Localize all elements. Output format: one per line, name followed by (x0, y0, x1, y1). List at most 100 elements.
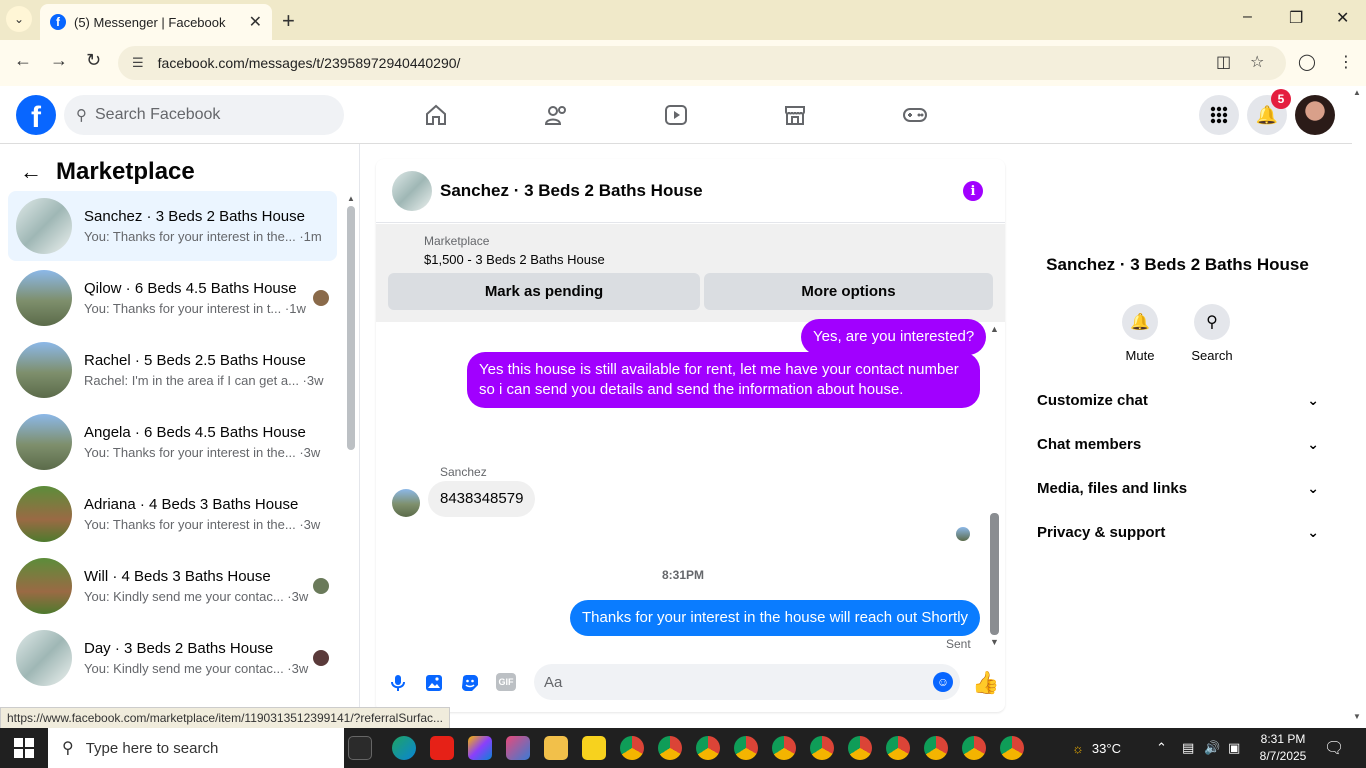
message-input[interactable]: Aa (534, 664, 960, 700)
conversation-item[interactable]: Day · 3 Beds 2 Baths House You: Kindly s… (8, 623, 337, 693)
browser-tab[interactable]: f (5) Messenger | Facebook ✕ (40, 4, 272, 40)
profile-icon[interactable]: ◯ (1298, 52, 1316, 72)
conversation-preview: You: Thanks for your interest in t... ·1… (84, 301, 306, 316)
photo-icon[interactable] (424, 673, 444, 693)
network-icon[interactable]: ▤ (1182, 728, 1194, 768)
windows-start-icon[interactable] (14, 738, 34, 758)
file-explorer-icon[interactable] (544, 736, 568, 760)
page-scroll-down-icon[interactable]: ▼ (1353, 712, 1361, 721)
reload-icon[interactable]: ↻ (86, 50, 101, 71)
bookmark-star-icon[interactable]: ☆ (1250, 52, 1264, 72)
browser-menu-icon[interactable]: ⋮ (1338, 52, 1354, 72)
chrome-icon[interactable] (772, 736, 796, 760)
conversation-item[interactable]: Angela · 6 Beds 4.5 Baths House You: Tha… (8, 407, 337, 477)
chrome-icon[interactable] (848, 736, 872, 760)
chrome-icon[interactable] (734, 736, 758, 760)
back-arrow-icon[interactable]: ← (14, 50, 32, 71)
chat-header: Sanchez · 3 Beds 2 Baths House i (376, 159, 1005, 223)
chrome-icon[interactable] (962, 736, 986, 760)
conversation-item[interactable]: Will · 4 Beds 3 Baths House You: Kindly … (8, 551, 337, 621)
marketplace-label: Marketplace (424, 234, 490, 248)
weather-widget[interactable]: ☼ 33°C (1072, 728, 1121, 768)
sticker-icon[interactable] (460, 673, 480, 693)
listing-price[interactable]: $1,500 - 3 Beds 2 Baths House (424, 252, 605, 267)
home-icon[interactable] (416, 100, 456, 130)
chat-avatar[interactable] (1142, 175, 1214, 247)
chevron-down-icon: ⌄ (1307, 391, 1319, 408)
friends-icon[interactable] (536, 100, 576, 130)
copilot-icon[interactable] (468, 736, 492, 760)
privacy-support-section[interactable]: Privacy & support ⌄ (1037, 514, 1319, 550)
scroll-down-arrow-icon[interactable]: ▼ (990, 637, 999, 647)
new-tab-plus-icon[interactable]: + (282, 8, 295, 34)
message-timestamp: 8:31PM (661, 568, 705, 582)
facebook-logo-icon[interactable]: f (16, 95, 56, 135)
chrome-icon[interactable] (886, 736, 910, 760)
more-options-button[interactable]: More options (704, 273, 993, 310)
address-bar[interactable]: ☰ facebook.com/messages/t/23958972940440… (118, 46, 1286, 80)
conversation-item[interactable]: Qilow · 6 Beds 4.5 Baths House You: Than… (8, 263, 337, 333)
tab-close-icon[interactable]: ✕ (249, 12, 262, 32)
window-close-icon[interactable]: ✕ (1336, 8, 1349, 28)
scroll-up-arrow-icon[interactable]: ▲ (347, 194, 355, 203)
microphone-icon[interactable] (388, 673, 408, 693)
page-scroll-up-icon[interactable]: ▲ (1353, 88, 1361, 97)
chrome-icon[interactable] (620, 736, 644, 760)
video-icon[interactable] (656, 100, 696, 130)
display-icon[interactable]: ▣ (1228, 728, 1240, 768)
chrome-icon[interactable] (924, 736, 948, 760)
section-label: Privacy & support (1037, 523, 1166, 541)
site-info-icon[interactable]: ☰ (132, 55, 144, 71)
tab-search-chevron-icon[interactable]: ⌄ (6, 6, 32, 32)
message-bubble-outgoing: Yes, are you interested? (801, 319, 987, 355)
info-icon[interactable]: i (963, 181, 983, 201)
account-avatar[interactable] (1295, 95, 1335, 135)
scroll-up-arrow-icon[interactable]: ▲ (990, 324, 999, 334)
conversation-item[interactable]: Sanchez · 3 Beds 2 Baths House You: Than… (8, 191, 337, 261)
tray-chevron-up-icon[interactable]: ⌃ (1156, 728, 1167, 768)
minimize-icon[interactable]: – (1243, 8, 1252, 26)
customize-chat-section[interactable]: Customize chat ⌄ (1037, 382, 1319, 418)
marketplace-icon[interactable] (775, 100, 815, 130)
forward-arrow-icon[interactable]: → (50, 50, 68, 71)
restore-icon[interactable]: ❐ (1289, 8, 1303, 28)
taskbar-search[interactable]: ⚲ Type here to search (48, 728, 344, 768)
listing-thumbnail[interactable] (388, 236, 412, 260)
conversation-item[interactable]: Adriana · 4 Beds 3 Baths House You: Than… (8, 479, 337, 549)
chrome-icon[interactable] (1000, 736, 1024, 760)
sticky-notes-icon[interactable] (582, 736, 606, 760)
taskbar-clock[interactable]: 8:31 PM 8/7/2025 (1248, 731, 1318, 765)
menu-grid-icon[interactable] (1199, 95, 1239, 135)
chrome-icon[interactable] (658, 736, 682, 760)
chrome-icon[interactable] (696, 736, 720, 760)
facebook-search-input[interactable]: ⚲ Search Facebook (64, 95, 344, 135)
volume-icon[interactable]: 🔊 (1204, 728, 1220, 768)
weather-icon: ☼ (1072, 740, 1084, 756)
sender-avatar[interactable] (392, 489, 420, 517)
chat-scrollbar[interactable] (990, 513, 999, 635)
gaming-icon[interactable] (895, 100, 935, 130)
conversation-item[interactable]: Rachel · 5 Beds 2.5 Baths House Rachel: … (8, 335, 337, 405)
install-app-icon[interactable]: ◫ (1216, 52, 1231, 72)
mute-button[interactable]: 🔔 Mute (1110, 304, 1170, 363)
back-arrow-icon[interactable]: ← (20, 159, 42, 185)
gif-icon[interactable]: GIF (496, 673, 516, 691)
media-files-links-section[interactable]: Media, files and links ⌄ (1037, 470, 1319, 506)
emoji-icon[interactable]: ☺ (933, 672, 953, 692)
chat-title[interactable]: Sanchez · 3 Beds 2 Baths House (440, 181, 703, 201)
mark-as-pending-button[interactable]: Mark as pending (388, 273, 700, 310)
chrome-icon[interactable] (810, 736, 834, 760)
chat-members-section[interactable]: Chat members ⌄ (1037, 426, 1319, 462)
thumbs-up-icon[interactable]: 👍 (972, 670, 999, 696)
mute-label: Mute (1125, 348, 1155, 363)
notification-center-icon[interactable]: 🗨 (1324, 728, 1344, 768)
app-icon[interactable] (506, 736, 530, 760)
chat-avatar[interactable] (392, 170, 432, 211)
search-icon: ⚲ (1194, 304, 1230, 340)
search-placeholder: Search Facebook (95, 106, 221, 123)
conversation-list-scrollbar[interactable] (347, 206, 355, 450)
youtube-icon[interactable] (430, 736, 454, 760)
edge-icon[interactable] (392, 736, 416, 760)
task-view-icon[interactable] (348, 736, 372, 760)
search-conversation-button[interactable]: ⚲ Search (1182, 304, 1242, 363)
